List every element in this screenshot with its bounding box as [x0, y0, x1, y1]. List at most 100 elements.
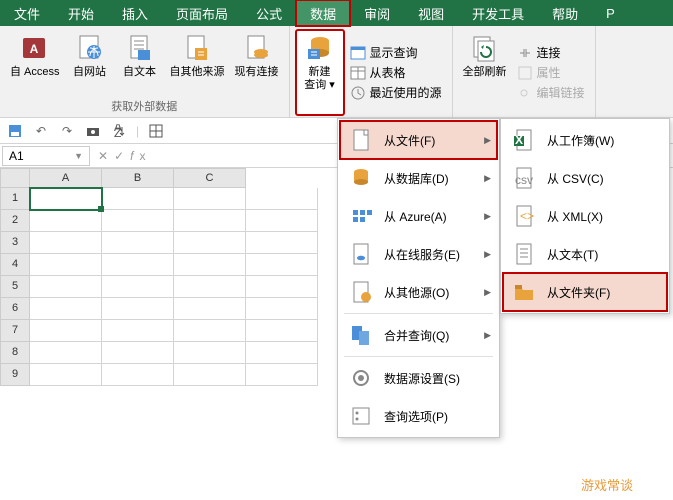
- cell[interactable]: [174, 298, 246, 320]
- cell[interactable]: [30, 188, 102, 210]
- cell[interactable]: [246, 254, 318, 276]
- menu-item[interactable]: 从数据库(D)▶: [340, 159, 497, 197]
- from-web-button[interactable]: 自网站: [66, 30, 114, 97]
- cell[interactable]: [102, 298, 174, 320]
- menu-item[interactable]: 从在线服务(E)▶: [340, 235, 497, 273]
- show-queries-button[interactable]: 显示查询: [346, 43, 446, 62]
- cell[interactable]: [246, 210, 318, 232]
- row-header[interactable]: 6: [0, 298, 30, 320]
- cell[interactable]: [102, 342, 174, 364]
- tab-数据[interactable]: 数据: [296, 0, 350, 26]
- tab-P[interactable]: P: [592, 0, 629, 26]
- cell[interactable]: [174, 364, 246, 386]
- cell[interactable]: [246, 298, 318, 320]
- cell[interactable]: [174, 276, 246, 298]
- tab-插入[interactable]: 插入: [108, 0, 162, 26]
- tab-开发工具[interactable]: 开发工具: [458, 0, 538, 26]
- menu-item[interactable]: 从 Azure(A)▶: [340, 197, 497, 235]
- cell[interactable]: [174, 210, 246, 232]
- tab-文件[interactable]: 文件: [0, 0, 54, 26]
- cell[interactable]: [246, 188, 318, 210]
- tab-帮助[interactable]: 帮助: [538, 0, 592, 26]
- redo-icon[interactable]: ↷: [58, 122, 76, 140]
- cell[interactable]: [30, 232, 102, 254]
- menu-item[interactable]: X从工作簿(W): [503, 121, 667, 159]
- cell[interactable]: [174, 320, 246, 342]
- row-header[interactable]: 1: [0, 188, 30, 210]
- row-header[interactable]: 9: [0, 364, 30, 386]
- cell[interactable]: [174, 188, 246, 210]
- from-text-button[interactable]: 自文本: [116, 30, 164, 97]
- col-header[interactable]: B: [102, 168, 174, 188]
- save-icon[interactable]: [6, 122, 24, 140]
- folder-icon: [511, 279, 537, 305]
- camera-icon[interactable]: [84, 122, 102, 140]
- cell[interactable]: [246, 232, 318, 254]
- cell[interactable]: [102, 320, 174, 342]
- row-header[interactable]: 4: [0, 254, 30, 276]
- recent-sources-button[interactable]: 最近使用的源: [346, 83, 446, 102]
- cell[interactable]: [246, 276, 318, 298]
- menu-item[interactable]: 从文本(T): [503, 235, 667, 273]
- row-header[interactable]: 7: [0, 320, 30, 342]
- menu-item[interactable]: 合并查询(Q)▶: [340, 316, 497, 354]
- col-header[interactable]: A: [30, 168, 102, 188]
- file-icon: [348, 127, 374, 153]
- cell[interactable]: [246, 342, 318, 364]
- merge-icon: [348, 322, 374, 348]
- cell[interactable]: [30, 276, 102, 298]
- csv-icon: csv: [511, 165, 537, 191]
- row-header[interactable]: 5: [0, 276, 30, 298]
- menu-item[interactable]: csv从 CSV(C): [503, 159, 667, 197]
- tab-页面布局[interactable]: 页面布局: [162, 0, 242, 26]
- borders-icon[interactable]: [147, 122, 165, 140]
- cell[interactable]: [174, 342, 246, 364]
- connections-button[interactable]: 连接: [513, 43, 589, 62]
- undo-icon[interactable]: ↶: [32, 122, 50, 140]
- menu-item[interactable]: 查询选项(P): [340, 397, 497, 435]
- sort-icon[interactable]: AZ: [110, 122, 128, 140]
- row-header[interactable]: 3: [0, 232, 30, 254]
- cell[interactable]: [102, 210, 174, 232]
- cell[interactable]: [30, 320, 102, 342]
- menu-item[interactable]: 从其他源(O)▶: [340, 273, 497, 311]
- chevron-right-icon: ▶: [484, 211, 491, 222]
- select-all-corner[interactable]: [0, 168, 30, 188]
- chevron-right-icon: ▶: [484, 287, 491, 298]
- cell[interactable]: [246, 320, 318, 342]
- from-other-button[interactable]: 自其他来源: [166, 30, 229, 97]
- col-header[interactable]: C: [174, 168, 246, 188]
- cell[interactable]: [30, 298, 102, 320]
- cell[interactable]: [174, 254, 246, 276]
- svg-text:csv: csv: [515, 173, 533, 187]
- cell[interactable]: [102, 232, 174, 254]
- cell[interactable]: [246, 364, 318, 386]
- cell[interactable]: [30, 210, 102, 232]
- cell[interactable]: [102, 254, 174, 276]
- cell[interactable]: [30, 364, 102, 386]
- xlsx-icon: X: [511, 127, 537, 153]
- refresh-all-button[interactable]: 全部刷新: [459, 30, 511, 115]
- menu-item[interactable]: 从文件夹(F): [503, 273, 667, 311]
- cell[interactable]: [102, 276, 174, 298]
- tab-审阅[interactable]: 审阅: [350, 0, 404, 26]
- row-header[interactable]: 8: [0, 342, 30, 364]
- tab-公式[interactable]: 公式: [242, 0, 296, 26]
- from-access-button[interactable]: A自 Access: [6, 30, 64, 97]
- existing-conn-button[interactable]: 现有连接: [231, 30, 283, 97]
- menu-item[interactable]: 数据源设置(S): [340, 359, 497, 397]
- fx-buttons: ✕✓fx: [92, 149, 151, 163]
- cell[interactable]: [102, 364, 174, 386]
- row-header[interactable]: 2: [0, 210, 30, 232]
- cell[interactable]: [102, 188, 174, 210]
- tab-开始[interactable]: 开始: [54, 0, 108, 26]
- menu-item[interactable]: <>从 XML(X): [503, 197, 667, 235]
- from-table-button[interactable]: 从表格: [346, 63, 446, 82]
- new-query-button[interactable]: 新建查询 ▾: [296, 30, 344, 115]
- tab-视图[interactable]: 视图: [404, 0, 458, 26]
- cell[interactable]: [30, 342, 102, 364]
- name-box[interactable]: A1▼: [2, 146, 90, 166]
- cell[interactable]: [174, 232, 246, 254]
- cell[interactable]: [30, 254, 102, 276]
- menu-item[interactable]: 从文件(F)▶: [340, 121, 497, 159]
